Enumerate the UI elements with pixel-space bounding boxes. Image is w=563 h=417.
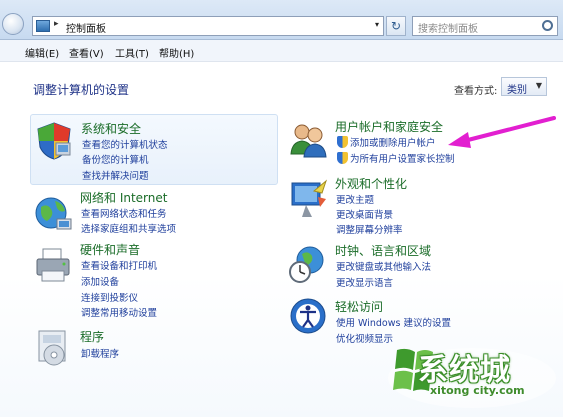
category-title[interactable]: 用户帐户和家庭安全 — [335, 118, 443, 135]
view-by-label: 查看方式: — [454, 86, 498, 97]
category-title[interactable]: 外观和个性化 — [335, 175, 407, 192]
search-placeholder: 搜索控制面板 — [418, 24, 478, 35]
appearance-icon — [291, 179, 328, 217]
search-input[interactable]: 搜索控制面板 — [412, 16, 558, 36]
link-change-desktop-background[interactable]: 更改桌面背景 — [336, 207, 393, 221]
link-add-device[interactable]: 添加设备 — [81, 274, 119, 288]
uac-shield-icon — [337, 136, 348, 148]
users-icon — [290, 124, 327, 158]
link-uninstall-program[interactable]: 卸载程序 — [81, 346, 119, 360]
shield-icon — [37, 122, 71, 160]
category-network-internet[interactable]: 网络和 Internet 查看网络状态和任务 选择家庭组和共享选项 — [30, 187, 278, 237]
category-title[interactable]: 时钟、语言和区域 — [335, 242, 431, 259]
link-view-computer-status[interactable]: 查看您的计算机状态 — [82, 137, 168, 151]
link-parental-controls[interactable]: 为所有用户设置家长控制 — [350, 151, 455, 165]
link-adjust-resolution[interactable]: 调整屏幕分辨率 — [336, 222, 403, 236]
link-troubleshoot[interactable]: 查找并解决问题 — [82, 168, 149, 182]
link-devices-printers[interactable]: 查看设备和打印机 — [81, 258, 157, 272]
printer-icon — [36, 248, 70, 282]
category-title[interactable]: 硬件和声音 — [80, 241, 140, 258]
link-connect-projector[interactable]: 连接到投影仪 — [81, 290, 138, 304]
link-change-keyboard-input[interactable]: 更改键盘或其他输入法 — [336, 259, 431, 273]
link-backup-computer[interactable]: 备份您的计算机 — [82, 152, 149, 166]
link-add-remove-accounts[interactable]: 添加或删除用户帐户 — [350, 135, 436, 149]
address-field[interactable]: ▸ 控制面板 ▾ — [32, 16, 384, 36]
search-icon — [542, 20, 553, 31]
refresh-button[interactable]: ↻ — [386, 16, 406, 36]
control-panel-icon — [36, 20, 50, 32]
address-dropdown-icon[interactable]: ▾ — [375, 20, 379, 29]
category-system-security[interactable]: 系统和安全 查看您的计算机状态 备份您的计算机 查找并解决问题 — [30, 114, 278, 185]
address-bar: ▸ 控制面板 ▾ ↻ 搜索控制面板 — [0, 0, 563, 40]
watermark-text: 系统城 — [418, 353, 511, 388]
refresh-icon: ↻ — [390, 19, 402, 33]
category-ease-of-access[interactable]: 轻松访问 使用 Windows 建议的设置 优化视频显示 — [285, 290, 555, 346]
menu-edit[interactable]: 编辑(E) — [25, 45, 59, 60]
view-by-select[interactable]: 类别 ▼ — [501, 77, 547, 96]
programs-disc-icon — [38, 330, 66, 366]
menu-bar: 编辑(E) 查看(V) 工具(T) 帮助(H) — [0, 40, 563, 62]
link-change-theme[interactable]: 更改主题 — [336, 192, 374, 206]
category-clock-language[interactable]: 时钟、语言和区域 更改键盘或其他输入法 更改显示语言 — [285, 238, 555, 290]
category-hardware-sound[interactable]: 硬件和声音 查看设备和打印机 添加设备 连接到投影仪 调整常用移动设置 — [30, 239, 278, 319]
menu-help[interactable]: 帮助(H) — [159, 45, 194, 60]
clock-globe-icon — [289, 246, 324, 283]
link-change-display-language[interactable]: 更改显示语言 — [336, 275, 393, 289]
uac-shield-icon — [337, 152, 348, 164]
category-title[interactable]: 系统和安全 — [81, 120, 141, 137]
category-title[interactable]: 轻松访问 — [335, 298, 383, 315]
view-by-value: 类别 — [507, 85, 527, 96]
link-homegroup-sharing[interactable]: 选择家庭组和共享选项 — [81, 221, 176, 235]
link-recommended-settings[interactable]: 使用 Windows 建议的设置 — [336, 315, 451, 329]
ease-of-access-icon — [290, 298, 326, 334]
link-mobility-settings[interactable]: 调整常用移动设置 — [81, 305, 157, 319]
watermark-url: xitong city.com — [430, 384, 525, 397]
chevron-down-icon: ▼ — [535, 81, 542, 90]
globe-network-icon — [35, 197, 72, 230]
page-title: 调整计算机的设置 — [33, 83, 130, 97]
menu-view[interactable]: 查看(V) — [69, 45, 104, 60]
category-appearance[interactable]: 外观和个性化 更改主题 更改桌面背景 调整屏幕分辨率 — [285, 171, 555, 236]
category-title[interactable]: 网络和 Internet — [80, 189, 167, 206]
link-view-network-status[interactable]: 查看网络状态和任务 — [81, 206, 167, 220]
annotation-arrow-icon — [448, 116, 556, 148]
menu-tools[interactable]: 工具(T) — [115, 45, 149, 60]
category-title[interactable]: 程序 — [80, 328, 104, 345]
breadcrumb-chevron-icon[interactable]: ▸ — [54, 19, 59, 29]
category-programs[interactable]: 程序 卸载程序 — [30, 321, 278, 371]
breadcrumb[interactable]: 控制面板 — [66, 20, 106, 35]
back-button[interactable] — [2, 13, 24, 35]
